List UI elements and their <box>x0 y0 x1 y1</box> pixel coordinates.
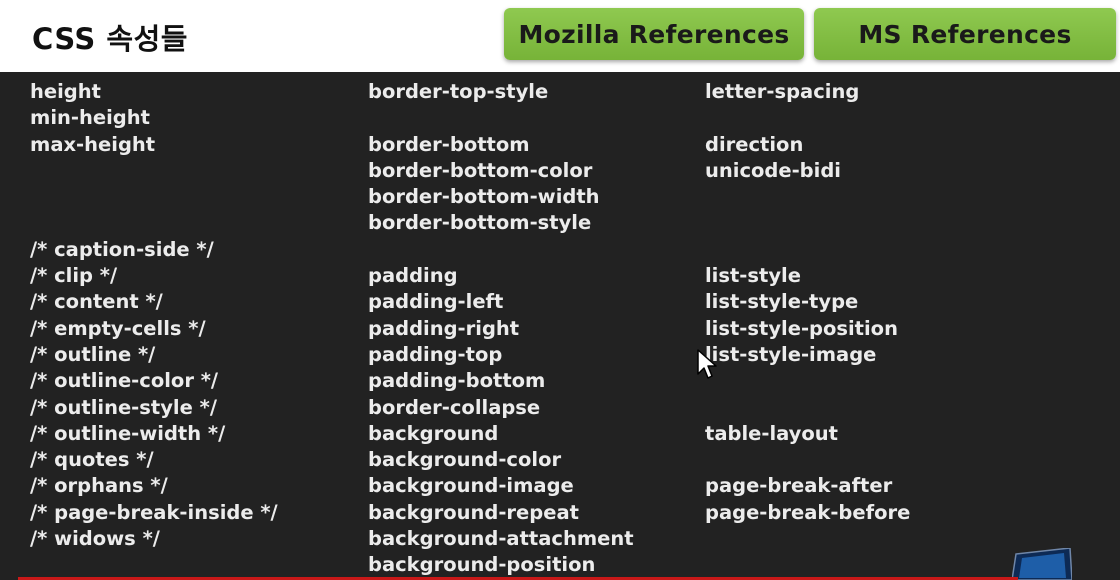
property-spacer <box>30 184 278 210</box>
property-spacer <box>705 368 910 394</box>
property-column-2: border-top-style border-bottom border-bo… <box>368 79 634 579</box>
mouse-cursor-icon <box>697 349 717 379</box>
property-item: background-attachment <box>368 527 634 551</box>
property-item: background-position <box>368 553 596 577</box>
laptop-screen-graphic <box>1012 548 1072 580</box>
property-spacer <box>705 447 910 473</box>
property-item: page-break-after <box>705 474 893 498</box>
property-item: /* widows */ <box>30 527 160 551</box>
header-bar: CSS 속성들 Mozilla References MS References <box>0 0 1120 73</box>
property-item: border-bottom-color <box>368 158 593 182</box>
property-spacer <box>705 210 910 236</box>
mozilla-references-button[interactable]: Mozilla References <box>504 8 804 60</box>
property-item: table-layout <box>705 421 838 445</box>
property-item: letter-spacing <box>705 80 860 103</box>
property-item: /* page-break-inside */ <box>30 500 278 524</box>
property-spacer <box>705 184 910 210</box>
property-item: min-height <box>30 106 150 130</box>
property-spacer <box>705 395 910 421</box>
property-item: border-bottom-width <box>368 185 600 209</box>
property-item: list-style <box>705 264 801 288</box>
property-item: max-height <box>30 132 156 156</box>
property-item: border-collapse <box>368 395 541 419</box>
property-item: direction <box>705 132 804 156</box>
property-item: /* outline */ <box>30 342 156 366</box>
page-title: CSS 속성들 <box>32 22 188 56</box>
property-item: /* outline-color */ <box>30 369 219 393</box>
property-item: height <box>30 80 101 103</box>
property-item: list-style-type <box>705 290 859 314</box>
property-item: border-top-style <box>368 80 549 103</box>
property-item: /* outline-width */ <box>30 421 226 445</box>
property-spacer <box>368 237 634 263</box>
property-item: /* content */ <box>30 290 163 314</box>
property-item: padding-bottom <box>368 369 546 393</box>
ms-references-button[interactable]: MS References <box>814 8 1116 60</box>
property-spacer <box>705 105 910 131</box>
property-item: list-style-image <box>705 342 877 366</box>
property-column-1: height min-height max-height /* caption-… <box>30 79 278 552</box>
property-item: /* quotes */ <box>30 448 154 472</box>
property-item: padding-left <box>368 290 504 314</box>
property-item: /* empty-cells */ <box>30 316 206 340</box>
property-spacer <box>368 105 634 131</box>
property-item: unicode-bidi <box>705 158 841 182</box>
property-item: list-style-position <box>705 316 898 340</box>
property-item: padding-right <box>368 316 520 340</box>
property-item: background-color <box>368 448 562 472</box>
property-item: background <box>368 421 499 445</box>
property-item: padding <box>368 264 458 288</box>
property-item: border-bottom <box>368 132 530 156</box>
property-item: padding-top <box>368 342 503 366</box>
property-item: /* clip */ <box>30 264 118 288</box>
property-column-3: letter-spacing direction unicode-bidi li… <box>705 79 910 526</box>
css-properties-panel: height min-height max-height /* caption-… <box>0 72 1120 580</box>
property-spacer <box>705 237 910 263</box>
property-item: /* orphans */ <box>30 474 168 498</box>
property-spacer <box>30 210 278 236</box>
property-item: /* outline-style */ <box>30 395 217 419</box>
property-item: background-repeat <box>368 500 579 524</box>
property-item: page-break-before <box>705 500 911 524</box>
property-spacer <box>30 158 278 184</box>
property-item: /* caption-side */ <box>30 237 214 261</box>
property-item: background-image <box>368 474 574 498</box>
property-item: border-bottom-style <box>368 211 592 235</box>
